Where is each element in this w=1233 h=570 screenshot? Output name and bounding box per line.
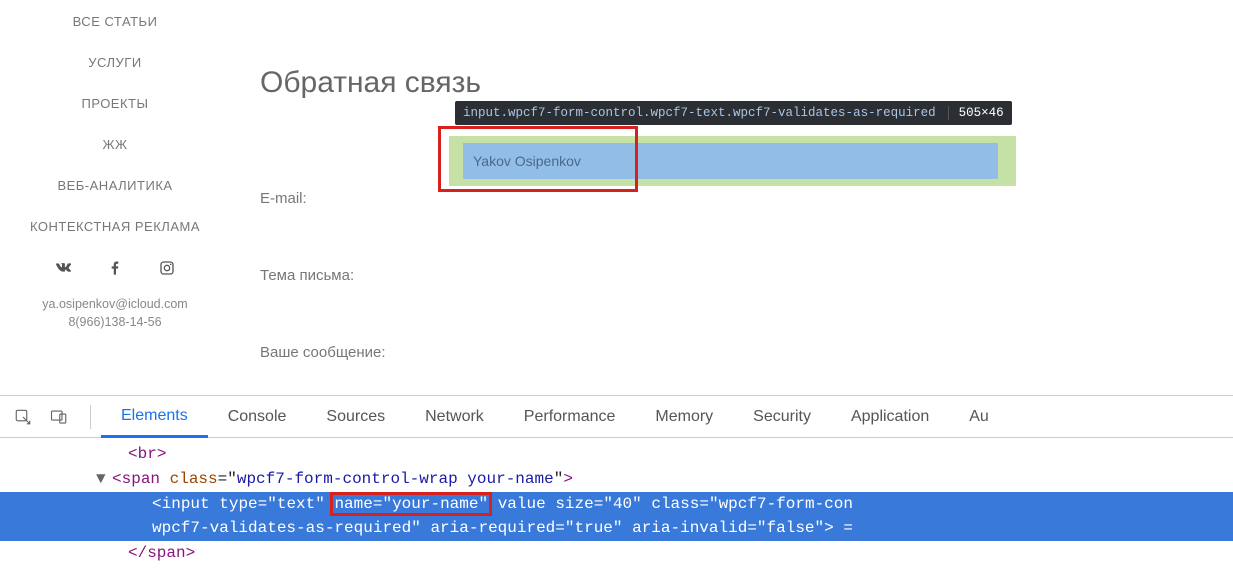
sidebar-item-livejournal[interactable]: ЖЖ [0,137,230,152]
dom-line-input-cont[interactable]: wpcf7-validates-as-required" aria-requir… [0,516,1233,541]
name-input[interactable] [463,143,998,179]
form-heading: Обратная связь [260,66,1203,100]
sidebar-item-context-ads[interactable]: КОНТЕКСТНАЯ РЕКЛАМА [0,219,230,234]
subject-label: Тема письма: [260,267,1203,284]
main-content: Обратная связь E-mail: Тема письма: Ваше… [230,0,1233,395]
dom-line-input[interactable]: <input type="text" name="your-name" valu… [0,492,1233,517]
devtools-dom-tree[interactable]: <br> ▼<span class="wpcf7-form-control-wr… [0,438,1233,570]
facebook-icon[interactable] [107,260,123,276]
sidebar-item-services[interactable]: УСЛУГИ [0,55,230,70]
contact-email[interactable]: ya.osipenkov@icloud.com [0,296,230,314]
tab-memory[interactable]: Memory [635,396,733,437]
tooltip-dimensions: 505×46 [948,106,1004,120]
element-tooltip: input.wpcf7-form-control.wpcf7-text.wpcf… [455,101,1012,125]
tab-audits[interactable]: Au [949,396,1009,437]
tab-console[interactable]: Console [208,396,307,437]
tab-elements[interactable]: Elements [101,397,208,438]
sidebar-item-articles[interactable]: ВСЕ СТАТЬИ [0,14,230,29]
social-icons-row [0,260,230,276]
tab-application[interactable]: Application [831,396,949,437]
divider [90,405,91,429]
device-toggle-icon[interactable] [44,402,74,432]
dom-line-span-close[interactable]: </span> [0,541,1233,566]
devtools-tabs: Elements Console Sources Network Perform… [0,396,1233,438]
tab-network[interactable]: Network [405,396,504,437]
inspect-icon[interactable] [8,402,38,432]
dom-line-br[interactable]: <br> [0,442,1233,467]
tooltip-selector: input.wpcf7-form-control.wpcf7-text.wpcf… [463,106,936,120]
tab-performance[interactable]: Performance [504,396,636,437]
contact-phone[interactable]: 8(966)138-14-56 [0,314,230,332]
dom-line-span-open[interactable]: ▼<span class="wpcf7-form-control-wrap yo… [0,467,1233,492]
tab-security[interactable]: Security [733,396,831,437]
sidebar: ВСЕ СТАТЬИ УСЛУГИ ПРОЕКТЫ ЖЖ ВЕБ-АНАЛИТИ… [0,0,230,395]
message-label: Ваше сообщение: [260,344,1203,361]
email-label: E-mail: [260,190,1203,207]
vk-icon[interactable] [55,260,71,276]
devtools-panel: Elements Console Sources Network Perform… [0,395,1233,564]
name-input-wrapper [449,136,1016,186]
instagram-icon[interactable] [159,260,175,276]
sidebar-item-projects[interactable]: ПРОЕКТЫ [0,96,230,111]
sidebar-item-web-analytics[interactable]: ВЕБ-АНАЛИТИКА [0,178,230,193]
tab-sources[interactable]: Sources [306,396,405,437]
